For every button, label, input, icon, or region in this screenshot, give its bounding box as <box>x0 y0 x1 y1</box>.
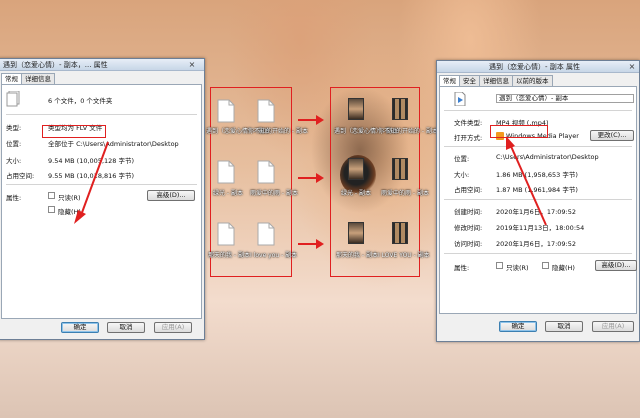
disk-size-label: 占用空间: <box>454 186 483 194</box>
right-dialog-title: 遇到（恋爱心情）- 副本 属性 <box>489 63 580 71</box>
left-dialog-tabs: 常规 详细信息 <box>1 73 55 85</box>
file-label: 那天的我 - 副本 <box>336 252 378 259</box>
document-icon[interactable] <box>216 222 236 246</box>
video-thumbnail-icon[interactable] <box>392 158 408 180</box>
accessed-label: 访问时间: <box>454 240 483 248</box>
file-label: 雨爱中的雨 - 副本 <box>381 190 429 197</box>
file-label: 绿光 - 副本 <box>213 190 243 197</box>
modified-label: 修改时间: <box>454 224 483 232</box>
video-thumbnail-icon[interactable] <box>392 98 408 120</box>
close-icon[interactable]: × <box>625 62 639 71</box>
hidden-label: 隐藏(H) <box>552 264 575 272</box>
cancel-button[interactable]: 取消 <box>107 322 145 333</box>
tab-security[interactable]: 安全 <box>459 75 480 86</box>
cancel-button[interactable]: 取消 <box>545 321 583 332</box>
apply-button[interactable]: 应用(A) <box>592 321 634 332</box>
file-label: 雨爱中的雨 - 副本 <box>250 190 298 197</box>
attributes-label: 属性: <box>6 194 22 202</box>
type-highlight-box <box>42 125 106 138</box>
file-label: I LOVE YOU - 副本 <box>378 252 430 259</box>
file-count: 6 个文件，0 个文件夹 <box>48 97 113 105</box>
hidden-checkbox[interactable] <box>48 206 55 213</box>
file-label: 绿光 - 副本 <box>341 190 371 197</box>
open-with-label: 打开方式: <box>454 134 483 142</box>
advanced-button[interactable]: 高级(D)... <box>595 260 637 271</box>
multi-file-icon <box>6 91 20 107</box>
location-label: 位置: <box>454 155 470 163</box>
divider <box>6 114 197 115</box>
left-dialog-titlebar[interactable]: 遇到（恋爱心情）- 副本，... 属性 × <box>0 59 204 71</box>
file-label: I love you - 副本 <box>250 252 298 259</box>
document-icon[interactable] <box>256 160 276 184</box>
right-dialog-titlebar[interactable]: 遇到（恋爱心情）- 副本 属性 × <box>437 61 639 73</box>
video-thumbnail-icon[interactable] <box>392 222 408 244</box>
video-file-icon <box>454 92 466 106</box>
divider <box>444 253 632 254</box>
created-label: 创建时间: <box>454 208 483 216</box>
left-dialog-title: 遇到（恋爱心情）- 副本，... 属性 <box>3 61 108 69</box>
document-icon[interactable] <box>216 160 236 184</box>
ok-button[interactable]: 确定 <box>499 321 537 332</box>
size-label: 大小: <box>454 171 470 179</box>
readonly-label: 只读(R) <box>506 264 529 272</box>
tab-details[interactable]: 详细信息 <box>21 73 55 84</box>
readonly-checkbox[interactable] <box>496 262 503 269</box>
location-label: 位置: <box>6 140 22 148</box>
annotation-arrow <box>74 141 109 224</box>
annotation-arrow <box>506 136 547 226</box>
video-thumbnail-icon[interactable] <box>348 222 364 244</box>
video-thumbnail-icon[interactable] <box>348 98 364 120</box>
file-label: 那天的我 - 副本 <box>208 252 250 259</box>
ok-button[interactable]: 确定 <box>61 322 99 333</box>
tab-previous-versions[interactable]: 以前的版本 <box>512 75 553 86</box>
type-label: 类型: <box>6 124 22 132</box>
file-label: 你不知的开始的 - 副本 <box>378 128 438 135</box>
accessed-value: 2020年1月6日，17:09:52 <box>496 240 577 248</box>
disk-size-label: 占用空间: <box>6 172 35 180</box>
hidden-checkbox[interactable] <box>542 262 549 269</box>
document-icon[interactable] <box>256 99 276 123</box>
document-icon[interactable] <box>256 222 276 246</box>
conversion-arrows <box>298 115 324 249</box>
readonly-checkbox[interactable] <box>48 192 55 199</box>
advanced-button[interactable]: 高级(D)... <box>147 190 195 201</box>
size-label: 大小: <box>6 157 22 165</box>
apply-button[interactable]: 应用(A) <box>154 322 192 333</box>
filetype-label: 文件类型: <box>454 119 483 127</box>
divider <box>444 110 632 111</box>
change-button[interactable]: 更改(C)... <box>590 130 634 141</box>
document-icon[interactable] <box>216 99 236 123</box>
filename-field[interactable]: 遇到（恋爱心情）- 副本 <box>496 94 634 103</box>
video-thumbnail-icon[interactable] <box>348 158 364 180</box>
attributes-label: 属性: <box>454 264 470 272</box>
tab-details[interactable]: 详细信息 <box>479 75 513 86</box>
close-icon[interactable]: × <box>185 60 199 69</box>
right-dialog-tabs: 常规 安全 详细信息 以前的版本 <box>439 75 553 87</box>
